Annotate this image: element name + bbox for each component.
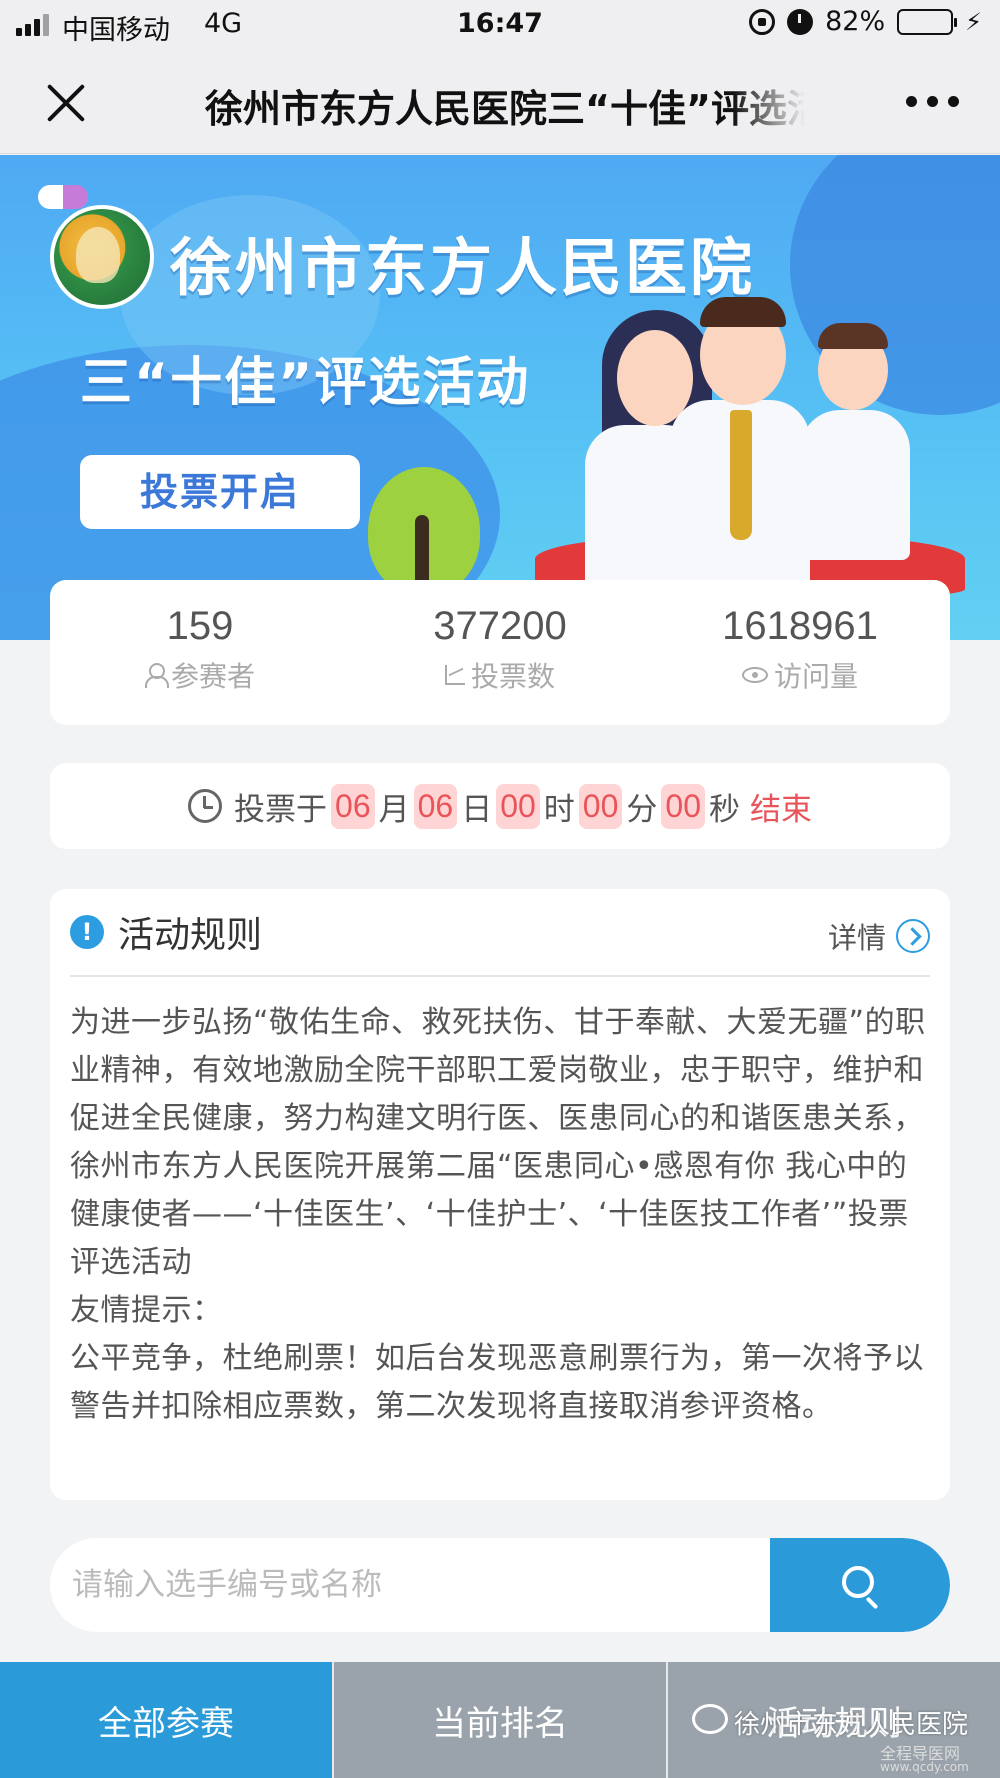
clock-icon: [188, 789, 223, 823]
vote-open-badge: 投票开启: [80, 455, 360, 529]
tab-current-ranking[interactable]: 当前排名: [332, 1662, 666, 1778]
stat-votes: 377200 投票数: [350, 580, 650, 725]
page-title: 徐州市东方人民医院三“十佳”评选活动: [205, 87, 805, 131]
charging-icon: ⚡: [965, 7, 982, 36]
user-icon: [144, 663, 169, 688]
pill-decoration-icon: [38, 185, 88, 209]
countdown-second-unit: 秒: [708, 791, 740, 828]
countdown-month: 06: [331, 783, 375, 829]
rules-paragraph: 为进一步弘扬“敬佑生命、救死扶伤、甘于奉献、大爱无疆”的职业精神，有效地激励全院…: [70, 1005, 926, 1280]
stat-value: 377200: [433, 604, 567, 648]
search-bar: [50, 1538, 950, 1632]
stat-visits: 1618961 访问量: [650, 580, 950, 725]
details-link[interactable]: 详情: [828, 915, 930, 957]
countdown-hour: 00: [496, 783, 540, 829]
countdown-day-unit: 日: [461, 791, 493, 828]
countdown-second: 00: [661, 783, 705, 829]
eye-icon: [741, 667, 768, 683]
rules-tip-label: 友情提示：: [70, 1293, 223, 1328]
hero-banner: 徐州市东方人民医院 三“十佳”评选活动 投票开启: [0, 155, 1000, 640]
countdown-hour-unit: 时: [543, 791, 575, 828]
rules-header: ! 活动规则 详情: [70, 889, 930, 977]
hospital-logo: [50, 205, 154, 309]
search-input[interactable]: [50, 1538, 770, 1632]
stats-card: 159 参赛者 377200 投票数 1618961 访问量: [50, 580, 950, 725]
rules-title: 活动规则: [118, 915, 263, 956]
chart-icon: [444, 665, 465, 685]
tab-all-participants[interactable]: 全部参赛: [0, 1662, 332, 1778]
battery-percent: 82%: [825, 6, 886, 37]
banner-activity-title: 三“十佳”评选活动: [80, 353, 531, 413]
watermark-text: 徐州市东方人民医院: [734, 1710, 969, 1740]
details-label: 详情: [827, 921, 886, 955]
stat-value: 1618961: [722, 604, 878, 648]
close-icon[interactable]: [44, 80, 88, 124]
stat-label: 参赛者: [170, 660, 255, 693]
search-button[interactable]: [770, 1538, 950, 1632]
stat-label: 访问量: [773, 660, 858, 693]
nav-bar: 徐州市东方人民医院三“十佳”评选活动: [0, 50, 1000, 154]
countdown-suffix: 结束: [749, 791, 812, 828]
search-icon: [842, 1566, 874, 1598]
alarm-icon: [787, 8, 814, 35]
countdown-bar: 投票于 06 月 06 日 00 时 00 分 00 秒 结束: [50, 763, 950, 849]
countdown-minute-unit: 分: [626, 791, 658, 828]
rules-paragraph: 公平竞争，杜绝刷票！如后台发现恶意刷票行为，第一次将予以警告并扣除相应票数，第二…: [70, 1341, 924, 1424]
countdown-day: 06: [413, 783, 458, 829]
watermark-url: www.qcdy.com: [880, 1760, 969, 1774]
more-icon[interactable]: [906, 96, 960, 108]
watermark: 徐州市东方人民医院 全程导医网 www.qcdy.com: [680, 1700, 1000, 1778]
orientation-lock-icon: [749, 8, 776, 35]
banner-hospital-name: 徐州市东方人民医院: [170, 231, 756, 304]
rules-body: 为进一步弘扬“敬佑生命、救死扶伤、甘于奉献、大爱无疆”的职业精神，有效地激励全院…: [70, 977, 930, 1431]
countdown-month-unit: 月: [378, 791, 410, 828]
countdown-minute: 00: [578, 783, 623, 829]
rules-card: ! 活动规则 详情 为进一步弘扬“敬佑生命、救死扶伤、甘于奉献、大爱无疆”的职业…: [50, 889, 950, 1500]
chevron-right-icon: [896, 919, 930, 953]
status-bar: 中国移动 4G 16:47 82% ⚡: [0, 0, 1000, 50]
info-icon: !: [70, 915, 104, 949]
stat-participants: 159 参赛者: [50, 580, 350, 725]
countdown-prefix: 投票于: [234, 791, 328, 828]
wechat-icon: [692, 1704, 728, 1734]
battery-icon: [897, 8, 958, 35]
stat-label: 投票数: [470, 660, 555, 693]
stat-value: 159: [166, 604, 234, 648]
